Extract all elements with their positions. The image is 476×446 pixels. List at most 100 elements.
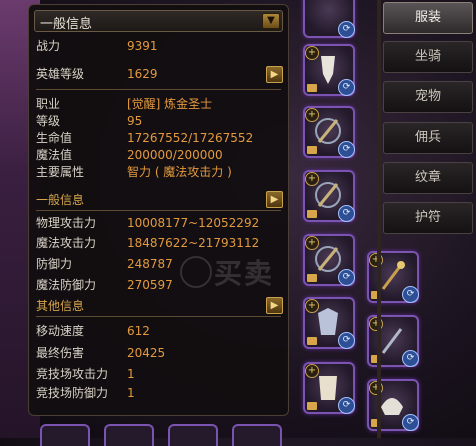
stat-label: 战力 xyxy=(36,39,61,53)
section-other-expand-button[interactable]: ▶ xyxy=(266,297,283,314)
stat-row-final-dmg: 最终伤害 20425 xyxy=(36,345,281,362)
info-dropdown[interactable]: 一般信息 ▼ xyxy=(34,10,283,32)
tab-talisman[interactable]: 护符 xyxy=(383,202,473,234)
plus-icon: + xyxy=(305,299,319,313)
stat-value: 248787 xyxy=(127,257,173,271)
bottom-slot-4[interactable] xyxy=(232,424,282,446)
stat-value: [觉醒] 炼金圣士 xyxy=(127,97,213,111)
plus-icon: + xyxy=(305,46,319,60)
stat-row-main-attr: 主要属性 智力 ( 魔法攻击力 ) xyxy=(36,164,281,181)
divider xyxy=(36,89,281,90)
tab-emblem[interactable]: 纹章 xyxy=(383,162,473,194)
chevron-down-icon[interactable]: ▼ xyxy=(262,13,280,29)
bottom-slot-2[interactable] xyxy=(104,424,154,446)
stat-value: 270597 xyxy=(127,278,173,292)
lock-icon xyxy=(307,210,317,218)
swap-icon[interactable]: ⟳ xyxy=(402,350,419,367)
stat-label: 防御力 xyxy=(36,257,73,271)
stat-label: 英雄等级 xyxy=(36,67,85,81)
stat-value: 智力 ( 魔法攻击力 ) xyxy=(127,165,232,179)
stat-row-arena-def: 竞技场防御力 1 xyxy=(36,385,281,402)
lock-icon xyxy=(307,402,317,410)
stat-label: 职业 xyxy=(36,97,61,111)
section-general-expand-button[interactable]: ▶ xyxy=(266,191,283,208)
plus-icon: + xyxy=(305,108,319,122)
stat-value: 1 xyxy=(127,386,135,400)
stat-row-move-speed: 移动速度 612 xyxy=(36,323,281,340)
watermark-logo-icon xyxy=(180,256,212,288)
stat-label: 物理攻击力 xyxy=(36,216,97,230)
stat-row-hero-level: 英雄等级 1629 xyxy=(36,66,281,83)
stat-row-phys-atk: 物理攻击力 10008177~12052292 xyxy=(36,215,281,232)
stat-value: 612 xyxy=(127,324,150,338)
stat-label: 最终伤害 xyxy=(36,346,85,360)
lock-icon xyxy=(307,274,317,282)
equip-slot-3[interactable]: + ⟳ xyxy=(303,106,355,158)
side-divider xyxy=(377,0,381,438)
equip-slot-top[interactable]: ⟳ xyxy=(303,0,355,38)
swap-icon[interactable]: ⟳ xyxy=(338,21,355,38)
stat-value: 1 xyxy=(127,367,135,381)
equip-slot-8[interactable]: + ⟳ xyxy=(367,251,419,303)
hero-level-expand-button[interactable]: ▶ xyxy=(266,66,283,83)
stat-label: 移动速度 xyxy=(36,324,85,338)
stat-row-class: 职业 [觉醒] 炼金圣士 xyxy=(36,96,281,113)
stat-label: 魔法防御力 xyxy=(36,278,97,292)
swap-icon[interactable]: ⟳ xyxy=(338,79,355,96)
plus-icon: + xyxy=(305,172,319,186)
swap-icon[interactable]: ⟳ xyxy=(338,269,355,286)
stat-row-mp: 魔法值 200000/200000 xyxy=(36,147,281,164)
tab-pet[interactable]: 宠物 xyxy=(383,81,473,113)
equip-slot-10[interactable]: + ⟳ xyxy=(367,379,419,431)
swap-icon[interactable]: ⟳ xyxy=(402,414,419,431)
stat-label: 竞技场攻击力 xyxy=(36,367,109,381)
stat-label: 等级 xyxy=(36,114,61,128)
swap-icon[interactable]: ⟳ xyxy=(338,332,355,349)
divider xyxy=(36,210,281,211)
section-general-label[interactable]: 一般信息 xyxy=(36,191,84,208)
equip-slot-2[interactable]: + ⟳ xyxy=(303,44,355,96)
watermark-text: 买卖 xyxy=(214,257,275,290)
swap-icon[interactable]: ⟳ xyxy=(338,397,355,414)
tab-mercenary[interactable]: 佣兵 xyxy=(383,122,473,154)
stat-row-level: 等级 95 xyxy=(36,113,281,130)
bottom-slot-1[interactable] xyxy=(40,424,90,446)
stat-value: 20425 xyxy=(127,346,166,360)
stat-value: 1629 xyxy=(127,67,158,81)
swap-icon[interactable]: ⟳ xyxy=(338,205,355,222)
equip-slot-5[interactable]: + ⟳ xyxy=(303,234,355,286)
lock-icon xyxy=(307,84,317,92)
stat-row-hp: 生命值 17267552/17267552 xyxy=(36,130,281,147)
equip-slot-6[interactable]: + ⟳ xyxy=(303,297,355,349)
stat-value: 200000/200000 xyxy=(127,148,223,162)
lock-icon xyxy=(307,337,317,345)
stat-value: 9391 xyxy=(127,39,158,53)
stat-label: 竞技场防御力 xyxy=(36,386,109,400)
stat-label: 魔法值 xyxy=(36,148,73,162)
stat-row-mag-atk: 魔法攻击力 18487622~21793112 xyxy=(36,235,281,252)
lock-icon xyxy=(307,146,317,154)
tab-costume[interactable]: 服装 xyxy=(383,2,473,34)
stats-panel: 一般信息 ▼ 战力 9391 英雄等级 1629 ▶ 职业 [觉醒] 炼金圣士 … xyxy=(28,4,289,416)
stat-label: 主要属性 xyxy=(36,165,85,179)
stat-value: 18487622~21793112 xyxy=(127,236,260,250)
plus-icon: + xyxy=(305,236,319,250)
dropdown-value: 一般信息 xyxy=(40,17,93,32)
swap-icon[interactable]: ⟳ xyxy=(338,141,355,158)
stat-row-power: 战力 9391 xyxy=(36,38,281,55)
stat-label: 魔法攻击力 xyxy=(36,236,97,250)
stat-row-arena-atk: 竞技场攻击力 1 xyxy=(36,366,281,383)
section-other-label[interactable]: 其他信息 xyxy=(36,297,84,314)
bottom-slot-3[interactable] xyxy=(168,424,218,446)
stat-value: 95 xyxy=(127,114,143,128)
divider xyxy=(36,316,281,317)
equip-slot-7[interactable]: + ⟳ xyxy=(303,362,355,414)
equip-slot-4[interactable]: + ⟳ xyxy=(303,170,355,222)
equip-slot-9[interactable]: + ⟳ xyxy=(367,315,419,367)
stat-value: 17267552/17267552 xyxy=(127,131,254,145)
stat-value: 10008177~12052292 xyxy=(127,216,260,230)
tab-mount[interactable]: 坐骑 xyxy=(383,41,473,73)
stat-label: 生命值 xyxy=(36,131,73,145)
plus-icon: + xyxy=(305,364,319,378)
swap-icon[interactable]: ⟳ xyxy=(402,286,419,303)
